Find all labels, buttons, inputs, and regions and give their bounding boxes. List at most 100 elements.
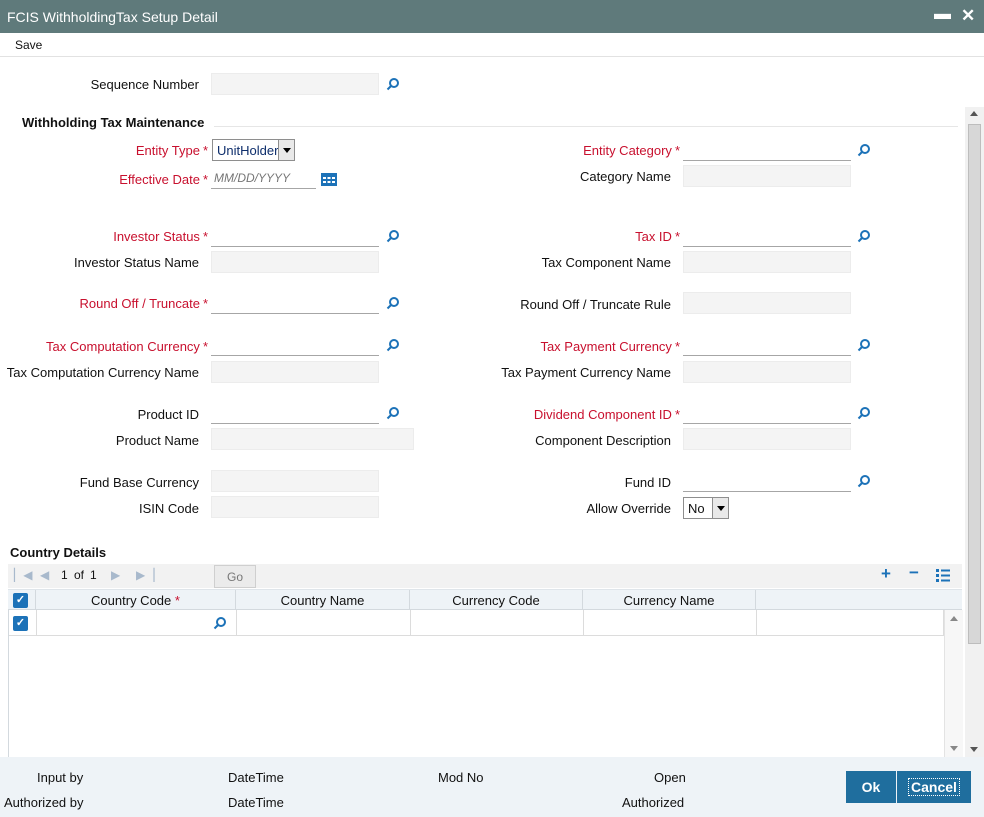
search-icon[interactable] [213, 616, 227, 630]
investor-status-name-field [211, 251, 379, 273]
section-title: Withholding Tax Maintenance [22, 115, 205, 130]
pager-total: 1 [90, 568, 97, 582]
product-id-label: Product ID [137, 407, 199, 422]
product-id-input[interactable] [211, 402, 379, 424]
entity-type-label: Entity Type * [135, 143, 208, 158]
scroll-up-icon[interactable] [950, 616, 958, 621]
cancel-button[interactable]: Cancel [897, 771, 971, 803]
allow-override-select[interactable]: No [683, 497, 729, 519]
save-menu-item[interactable]: Save [15, 38, 42, 52]
audit-footer: Input by Authorized by DateTime DateTime… [0, 757, 984, 817]
row-checkbox[interactable]: ✓ [13, 616, 28, 631]
search-icon[interactable] [857, 338, 871, 352]
investor-status-label: Investor Status * [113, 229, 208, 244]
dividend-component-id-label: Dividend Component ID * [533, 407, 680, 422]
country-code-cell[interactable] [37, 610, 237, 636]
search-icon[interactable] [386, 77, 400, 91]
round-off-rule-field [683, 292, 851, 314]
table-row-select-cell: ✓ [9, 610, 37, 636]
tax-computation-currency-name-field [211, 361, 379, 383]
window-title-bar: FCIS WithholdingTax Setup Detail ▬ ✕ [0, 0, 984, 33]
calendar-icon[interactable] [320, 171, 338, 187]
fund-id-label: Fund ID [624, 475, 671, 490]
datetime-label: DateTime [228, 770, 284, 785]
empty-cell [757, 610, 944, 636]
sequence-number-field[interactable] [211, 73, 379, 95]
tax-component-name-label: Tax Component Name [541, 255, 671, 270]
allow-override-label: Allow Override [586, 501, 671, 516]
tax-computation-currency-name-label: Tax Computation Currency Name [6, 365, 199, 380]
component-description-field [683, 428, 851, 450]
grid-scrollbar[interactable] [944, 610, 963, 757]
isin-code-label: ISIN Code [139, 501, 199, 516]
scroll-up-icon[interactable] [970, 111, 978, 116]
dividend-component-id-input[interactable] [683, 402, 851, 424]
scroll-down-icon[interactable] [950, 746, 958, 751]
grid-header: ✓ Country Code * Country Name Currency C… [8, 589, 962, 611]
add-row-icon[interactable]: + [881, 564, 891, 584]
column-currency-name[interactable]: Currency Name [583, 590, 756, 611]
go-button[interactable]: Go [214, 565, 256, 588]
column-country-name[interactable]: Country Name [236, 590, 410, 611]
country-name-cell [237, 610, 411, 636]
pager-of: of [74, 568, 85, 582]
fund-base-currency-field [211, 470, 379, 492]
pager-current: 1 [61, 568, 68, 582]
tax-computation-currency-label: Tax Computation Currency * [46, 339, 208, 354]
delete-row-icon[interactable]: − [909, 563, 919, 583]
search-icon[interactable] [857, 406, 871, 420]
component-description-label: Component Description [535, 433, 671, 448]
search-icon[interactable] [386, 229, 400, 243]
cancel-button-label: Cancel [908, 778, 960, 796]
grid-body: ✓ [8, 610, 963, 757]
vertical-scrollbar[interactable] [965, 107, 984, 757]
currency-name-cell [584, 610, 757, 636]
menu-bar: Save [0, 33, 984, 57]
allow-override-value: No [688, 501, 705, 516]
tax-payment-currency-input[interactable] [683, 334, 851, 356]
first-page-icon[interactable]: ▏◀ [14, 568, 32, 582]
entity-type-value: UnitHolder [217, 143, 279, 158]
currency-code-cell [411, 610, 584, 636]
tax-id-label: Tax ID * [635, 229, 680, 244]
product-name-field [211, 428, 414, 450]
round-off-input[interactable] [211, 292, 379, 314]
tax-payment-currency-name-label: Tax Payment Currency Name [501, 365, 671, 380]
select-all-checkbox[interactable]: ✓ [13, 593, 28, 608]
chevron-down-icon [712, 498, 728, 518]
fund-id-input[interactable] [683, 470, 851, 492]
column-currency-code[interactable]: Currency Code [410, 590, 583, 611]
open-label: Open [654, 770, 686, 785]
search-icon[interactable] [386, 406, 400, 420]
input-by-label: Input by [37, 770, 84, 785]
mod-no-label: Mod No [438, 770, 484, 785]
entity-type-select[interactable]: UnitHolder [212, 139, 295, 161]
authorized-by-label: Authorized by [4, 795, 84, 810]
minimize-icon[interactable]: ▬ [934, 4, 951, 24]
auth-datetime-label: DateTime [228, 795, 284, 810]
list-view-icon[interactable] [936, 569, 950, 582]
column-country-code[interactable]: Country Code * [36, 590, 236, 611]
scrollbar-thumb[interactable] [968, 124, 981, 644]
effective-date-label: Effective Date * [119, 172, 208, 187]
authorized-label: Authorized [622, 795, 685, 810]
ok-button[interactable]: Ok [846, 771, 896, 803]
search-icon[interactable] [386, 338, 400, 352]
search-icon[interactable] [386, 296, 400, 310]
search-icon[interactable] [857, 474, 871, 488]
tax-computation-currency-input[interactable] [211, 334, 379, 356]
search-icon[interactable] [857, 143, 871, 157]
next-page-icon[interactable]: ▶ [111, 568, 120, 582]
last-page-icon[interactable]: ▶▕ [136, 568, 154, 582]
chevron-down-icon [278, 140, 294, 160]
scroll-down-icon[interactable] [970, 747, 978, 752]
round-off-rule-label: Round Off / Truncate Rule [520, 297, 671, 312]
search-icon[interactable] [857, 229, 871, 243]
entity-category-input[interactable] [683, 139, 851, 161]
effective-date-input[interactable] [211, 167, 316, 189]
investor-status-input[interactable] [211, 225, 379, 247]
close-icon[interactable]: ✕ [961, 6, 975, 26]
tax-id-input[interactable] [683, 225, 851, 247]
previous-page-icon[interactable]: ◀ [40, 568, 49, 582]
tax-payment-currency-label: Tax Payment Currency * [540, 339, 680, 354]
